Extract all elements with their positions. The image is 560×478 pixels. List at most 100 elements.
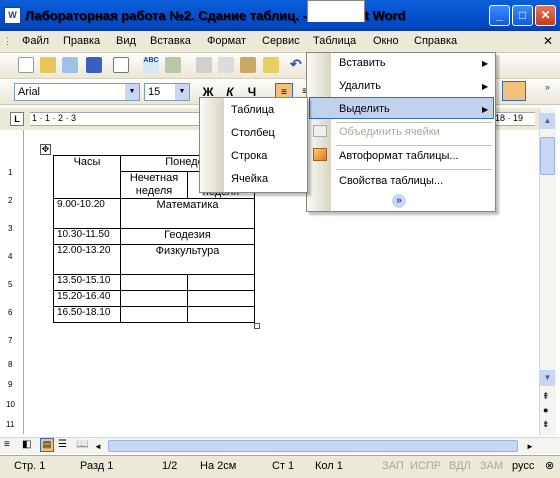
menu-item-properties[interactable]: Свойства таблицы... (339, 175, 443, 187)
hscroll-thumb[interactable] (108, 440, 518, 452)
permission-icon[interactable] (62, 57, 78, 73)
submenu-item-cell[interactable]: Ячейка (231, 173, 268, 185)
font-size-select[interactable]: 15 ▼ (144, 83, 190, 101)
table-cell[interactable]: 13.50-15.10 (53, 274, 121, 291)
submenu-arrow-icon: ▶ (482, 59, 489, 68)
prev-page-icon[interactable]: ⇞ (542, 391, 550, 402)
font-name-select[interactable]: Arial ▼ (14, 83, 140, 101)
table-cell[interactable]: 15.20-16.40 (53, 290, 121, 307)
new-document-icon[interactable] (18, 57, 34, 73)
table-cell[interactable]: Математика (120, 198, 255, 229)
status-at: На 2см (200, 460, 237, 472)
spelling-icon[interactable]: ABC (143, 57, 159, 73)
status-section: Разд 1 (80, 460, 114, 472)
undo-icon[interactable]: ↶ (290, 57, 306, 73)
chevron-down-icon[interactable]: ▼ (175, 84, 189, 100)
menu-item-autoformat[interactable]: Автоформат таблицы... (339, 150, 459, 162)
outline-view-icon[interactable]: ☰ (58, 439, 67, 450)
menu-item-delete[interactable]: Удалить (339, 80, 381, 92)
menu-help[interactable]: Справка (414, 35, 457, 47)
vruler-mark: 7 (8, 336, 13, 345)
menu-view[interactable]: Вид (116, 35, 136, 47)
status-page: Стр. 1 (14, 460, 46, 472)
paste-icon[interactable] (240, 57, 256, 73)
menu-item-insert[interactable]: Вставить (339, 57, 386, 69)
menu-item-merge-cells[interactable]: Объединить ячейки (339, 126, 440, 138)
menu-item-select[interactable]: Выделить (339, 103, 390, 115)
expand-menu-icon[interactable]: » (392, 194, 406, 208)
scroll-up-icon[interactable]: ▲ (540, 113, 555, 129)
next-page-icon[interactable]: ⇟ (542, 419, 550, 430)
highlight-color-icon[interactable] (502, 81, 526, 101)
table-cell[interactable] (187, 290, 255, 307)
menu-format[interactable]: Формат (207, 35, 246, 47)
open-folder-icon[interactable] (40, 57, 56, 73)
reading-view-icon[interactable]: 📖 (76, 439, 88, 450)
tab-selector-icon[interactable]: L (10, 112, 24, 126)
menu-edit[interactable]: Правка (63, 35, 100, 47)
close-doc-icon[interactable]: ✕ (543, 34, 553, 48)
normal-view-icon[interactable]: ≡ (4, 439, 10, 450)
menu-table[interactable]: Таблица (313, 35, 356, 47)
vruler-mark: 2 (8, 196, 13, 205)
menu-table-highlight (307, 0, 365, 22)
cut-icon[interactable] (196, 57, 212, 73)
table-move-handle-icon[interactable]: ✥ (40, 144, 51, 155)
table-cell[interactable]: 12.00-13.20 (53, 244, 121, 275)
menu-file[interactable]: Файл (22, 35, 49, 47)
scroll-down-icon[interactable]: ▼ (540, 370, 555, 386)
scroll-left-icon[interactable]: ◄ (92, 439, 104, 454)
submenu-item-column[interactable]: Столбец (231, 127, 275, 139)
status-language[interactable]: русс (512, 460, 534, 472)
close-button[interactable]: ✕ (535, 5, 556, 26)
table-cell[interactable]: 10.30-11.50 (53, 228, 121, 245)
submenu-item-table[interactable]: Таблица (231, 104, 274, 116)
print-preview-icon[interactable] (113, 57, 129, 73)
table-cell[interactable]: Часы (53, 155, 121, 199)
table-cell[interactable]: 16.50-18.10 (53, 306, 121, 323)
status-line: Ст 1 (272, 460, 295, 472)
table-cell[interactable] (120, 274, 188, 291)
status-ext[interactable]: ВДЛ (449, 460, 471, 472)
ruler-marks-right: 18 · 19 (495, 113, 524, 123)
vruler-mark: 4 (8, 252, 13, 261)
select-browse-object-icon[interactable]: ● (543, 405, 548, 415)
word-app-icon[interactable]: W (4, 7, 21, 24)
minimize-button[interactable]: _ (489, 5, 510, 26)
print-view-icon[interactable]: ▤ (40, 438, 54, 452)
menu-tools[interactable]: Сервис (262, 35, 300, 47)
scroll-right-icon[interactable]: ► (524, 439, 536, 454)
status-trk[interactable]: ИСПР (410, 460, 441, 472)
merge-cells-icon (313, 125, 327, 137)
status-ovr[interactable]: ЗАМ (480, 460, 503, 472)
table-cell[interactable] (120, 290, 188, 307)
table-cell[interactable] (187, 274, 255, 291)
table-cell[interactable]: Физкультура (120, 244, 255, 275)
menu-separator (336, 122, 492, 123)
status-rec[interactable]: ЗАП (382, 460, 404, 472)
autoformat-icon (313, 148, 327, 161)
table-cell[interactable] (187, 306, 255, 323)
copy-icon[interactable] (218, 57, 234, 73)
toolbar-options-icon[interactable]: » (545, 82, 550, 92)
table-cell[interactable]: Геодезия (120, 228, 255, 245)
scroll-thumb[interactable] (540, 137, 555, 175)
chevron-down-icon[interactable]: ▼ (125, 84, 139, 100)
submenu-item-row[interactable]: Строка (231, 150, 267, 162)
vruler-mark: 6 (8, 308, 13, 317)
table-cell[interactable]: 9.00-10.20 (53, 198, 121, 229)
table-resize-handle-icon[interactable] (254, 323, 260, 329)
menu-insert[interactable]: Вставка (150, 35, 191, 47)
research-icon[interactable] (165, 57, 181, 73)
maximize-button[interactable]: □ (512, 5, 533, 26)
menu-window[interactable]: Окно (373, 35, 399, 47)
menu-separator (336, 145, 492, 146)
menu-separator (336, 169, 492, 170)
submenu-arrow-icon: ▶ (482, 105, 489, 114)
format-painter-icon[interactable] (263, 57, 279, 73)
table-cell[interactable]: Нечетная неделя (120, 171, 188, 199)
table-cell[interactable] (120, 306, 188, 323)
web-view-icon[interactable]: ◧ (22, 439, 31, 450)
save-icon[interactable] (86, 57, 102, 73)
spelling-status-icon[interactable]: ⊗ (545, 459, 554, 472)
